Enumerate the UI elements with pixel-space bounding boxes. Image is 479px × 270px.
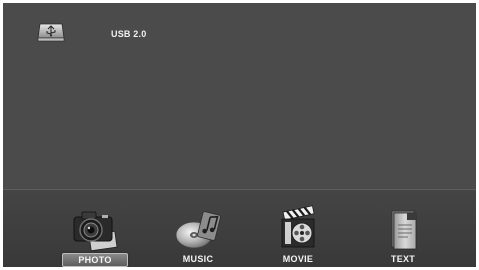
media-item-label: MOVIE <box>282 254 314 264</box>
camera-icon <box>73 211 118 251</box>
media-item-label: TEXT <box>390 254 416 264</box>
media-item-movie[interactable]: MOVIE <box>258 191 338 267</box>
text-document-icon <box>391 210 417 250</box>
media-item-music[interactable]: MUSIC <box>158 191 238 267</box>
film-reel-icon <box>281 205 315 248</box>
media-player-screen: USB 2.0 PHOTO MUSIC MOVIE TEXT <box>3 3 476 267</box>
usb-drive-icon <box>37 23 65 42</box>
usb-device-entry[interactable]: USB 2.0 <box>37 22 146 42</box>
usb-device-label: USB 2.0 <box>111 29 147 39</box>
media-item-label: PHOTO <box>62 253 128 267</box>
music-disc-icon <box>175 211 221 249</box>
media-item-text[interactable]: TEXT <box>363 191 443 267</box>
device-list-area: USB 2.0 <box>3 3 476 188</box>
media-item-label: MUSIC <box>182 254 214 264</box>
media-item-photo[interactable]: PHOTO <box>54 191 134 267</box>
media-type-bar: PHOTO MUSIC MOVIE TEXT <box>3 191 476 267</box>
